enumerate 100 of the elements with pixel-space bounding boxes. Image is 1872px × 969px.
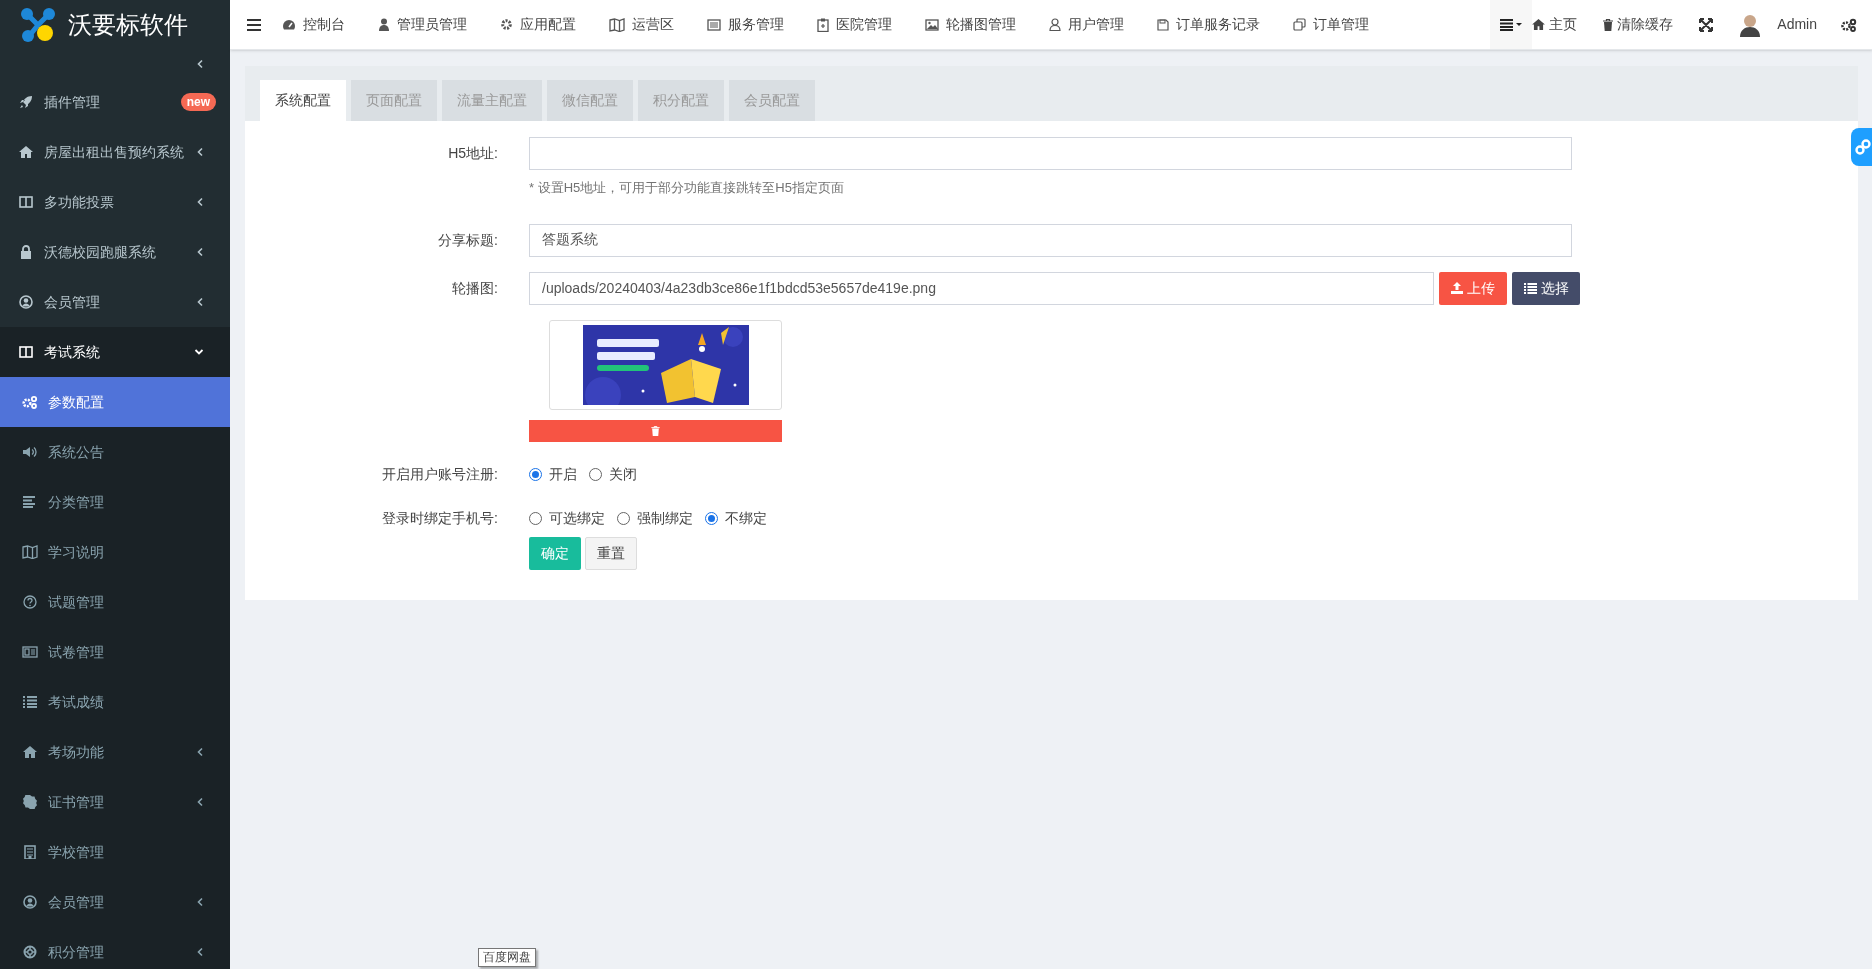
sidebar-item[interactable]: 学校管理: [0, 827, 230, 877]
trash-icon: [651, 425, 660, 436]
user-name: Admin: [1777, 15, 1817, 34]
building-icon: [24, 845, 36, 859]
user-circle-icon: [23, 895, 37, 909]
field-label: 开启用户账号注册:: [382, 465, 498, 482]
nav-link[interactable]: 控制台: [282, 14, 345, 35]
chevron-left-icon: [196, 247, 204, 257]
list-caret-icon: [1500, 18, 1523, 31]
sidebar-item[interactable]: 会员管理: [0, 277, 230, 327]
field-label: 登录时绑定手机号:: [382, 509, 498, 526]
sidebar-item[interactable]: 沃德校园跑腿系统: [0, 227, 230, 277]
nav-link[interactable]: 应用配置: [500, 14, 576, 35]
person-outline-icon: [1049, 18, 1061, 31]
trash-icon: [1603, 18, 1614, 31]
nav-link[interactable]: 用户管理: [1049, 14, 1124, 35]
gear-icon: [500, 18, 513, 31]
sidebar-item[interactable]: 试题管理: [0, 577, 230, 627]
tooltip: 百度网盘: [478, 948, 536, 967]
text-field[interactable]: [529, 137, 1572, 170]
sidebar-item[interactable]: 证书管理: [0, 777, 230, 827]
newspaper-icon: [22, 646, 38, 658]
upload-icon: [1451, 282, 1463, 294]
list-icon: [23, 696, 37, 708]
gears-icon: [22, 395, 38, 409]
columns-icon: [19, 196, 33, 208]
new-badge: new: [180, 93, 216, 111]
clear-cache-link[interactable]: 清除缓存: [1603, 14, 1674, 35]
sidebar-item[interactable]: 参数配置: [0, 377, 230, 427]
chevron-left-icon: [196, 947, 204, 957]
choose-button[interactable]: 选择: [1512, 271, 1580, 305]
nav-link[interactable]: 管理员管理: [378, 14, 467, 35]
user-circle-icon: [19, 295, 33, 309]
chevron-left-icon: [196, 797, 204, 807]
field-label: 分享标题:: [438, 231, 498, 248]
seal-icon: [23, 795, 37, 809]
sidebar-item[interactable]: 房屋出租出售预约系统: [0, 127, 230, 177]
nav-link[interactable]: 运营区: [609, 14, 674, 35]
card-icon: [707, 18, 721, 31]
sidebar-item[interactable]: 考试成绩: [0, 677, 230, 727]
chevron-left-icon: [196, 197, 204, 207]
clipboard-icon: [817, 17, 829, 32]
radio-option[interactable]: 关闭: [589, 463, 637, 485]
chevron-left-icon: [196, 747, 204, 757]
sidebar-item[interactable]: 插件管理 new: [0, 77, 230, 127]
user-menu[interactable]: Admin: [1739, 12, 1817, 37]
sidebar-item[interactable]: 系统公告: [0, 427, 230, 477]
reset-button[interactable]: 重置: [585, 536, 637, 570]
chevron-left-icon: [196, 58, 204, 69]
dashboard-icon: [282, 18, 296, 31]
home-icon: [1532, 19, 1546, 30]
sidebar-item[interactable]: 积分管理: [0, 927, 230, 969]
radio-option[interactable]: 可选绑定: [529, 507, 605, 529]
speaker-icon: [23, 446, 37, 458]
avatar-icon: [1739, 12, 1762, 37]
fullscreen-icon[interactable]: [1699, 17, 1714, 32]
sidebar-item[interactable]: 学习说明: [0, 527, 230, 577]
sidebar-item[interactable]: 分类管理: [0, 477, 230, 527]
sidebar-item[interactable]: 考试系统: [0, 327, 230, 377]
field-label: 轮播图:: [452, 279, 498, 296]
nav-link[interactable]: 订单管理: [1293, 14, 1369, 35]
radio-option[interactable]: 开启: [529, 463, 577, 485]
nav-link[interactable]: 服务管理: [707, 14, 784, 35]
home-icon: [23, 746, 37, 758]
life-ring-icon: [23, 945, 37, 959]
list-icon: [1523, 282, 1537, 294]
text-field[interactable]: 答题系统: [529, 223, 1572, 257]
text-field[interactable]: /uploads/20240403/4a23db3ce86e1f1bdcd53e5657de419e.png: [529, 271, 1434, 305]
sidebar-item[interactable]: 考场功能: [0, 727, 230, 777]
brand-name: 沃要标软件: [68, 10, 188, 40]
radio-option[interactable]: 强制绑定: [617, 507, 693, 529]
nav-link[interactable]: 轮播图管理: [925, 14, 1016, 35]
tab[interactable]: 系统配置: [260, 80, 346, 121]
nav-link[interactable]: 订单服务记录: [1157, 14, 1260, 35]
columns-icon: [19, 346, 33, 358]
nav-link[interactable]: 医院管理: [817, 14, 892, 35]
link-icon: [1855, 139, 1871, 155]
person-icon: [378, 18, 390, 31]
home-icon: [19, 146, 33, 158]
question-icon: [23, 595, 37, 609]
settings-icon[interactable]: [1841, 17, 1857, 32]
link-float-button[interactable]: [1851, 128, 1872, 166]
sidebar-item[interactable]: 多功能投票: [0, 177, 230, 227]
logo-icon: [20, 7, 56, 43]
chevron-left-icon: [196, 297, 204, 307]
chevron-left-icon: [196, 897, 204, 907]
radio-option[interactable]: 不绑定: [705, 507, 767, 529]
delete-button[interactable]: [529, 419, 782, 442]
map-icon: [609, 17, 625, 32]
sidebar-item[interactable]: 试卷管理: [0, 627, 230, 677]
field-label: H5地址:: [448, 145, 498, 161]
help-text: * 设置H5地址，可用于部分功能直接跳转至H5指定页面: [529, 179, 845, 197]
map-icon: [22, 545, 38, 559]
sidebar-item[interactable]: 会员管理: [0, 877, 230, 927]
list-dropdown-button[interactable]: [1490, 0, 1533, 49]
rocket-icon: [19, 95, 33, 109]
home-link[interactable]: 主页: [1532, 14, 1578, 35]
chevron-left-icon: [196, 147, 204, 157]
copy-icon: [1293, 18, 1306, 31]
text-lines-icon: [23, 496, 37, 508]
